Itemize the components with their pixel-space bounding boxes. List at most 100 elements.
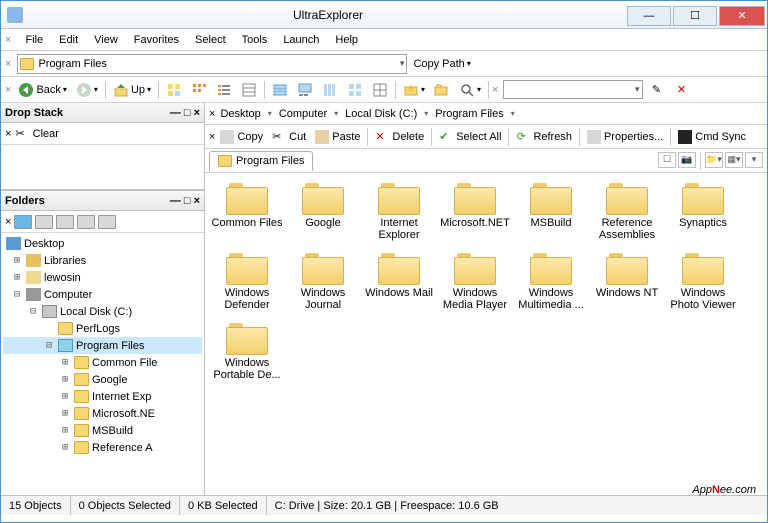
crumb-desktop[interactable]: Desktop xyxy=(217,107,263,121)
view-thumbstrip[interactable] xyxy=(293,80,317,100)
view-small-icons[interactable] xyxy=(187,80,211,100)
up-button[interactable]: Up▾ xyxy=(109,80,155,100)
clear-button[interactable]: Clear xyxy=(29,126,63,142)
folder-tree[interactable]: Desktop ⊞Libraries ⊞lewosin ⊟Computer ⊟L… xyxy=(1,233,204,495)
dropstack-body[interactable] xyxy=(1,145,204,189)
file-item[interactable]: Windows Portable De... xyxy=(210,321,284,391)
file-item[interactable]: Windows Media Player xyxy=(438,251,512,321)
copy-path-button[interactable]: Copy Path▾ xyxy=(409,56,474,72)
menu-file[interactable]: File xyxy=(17,32,51,48)
drive-icon[interactable] xyxy=(35,215,53,229)
view-grid[interactable] xyxy=(368,80,392,100)
file-item[interactable]: Microsoft.NET xyxy=(438,181,512,251)
view-tiles[interactable] xyxy=(268,80,292,100)
file-item[interactable]: Reference Assemblies xyxy=(590,181,664,251)
file-item[interactable]: Windows Photo Viewer xyxy=(666,251,740,321)
view-large-icons[interactable] xyxy=(162,80,186,100)
view-columns[interactable] xyxy=(318,80,342,100)
menu-favorites[interactable]: Favorites xyxy=(126,32,187,48)
menubar-close-icon[interactable]: × xyxy=(5,34,11,46)
drive-icon[interactable] xyxy=(56,215,74,229)
menu-help[interactable]: Help xyxy=(327,32,366,48)
cut-button[interactable]: ✂Cut xyxy=(268,129,310,145)
view-thumbs[interactable] xyxy=(343,80,367,100)
crumb-folder[interactable]: Program Files xyxy=(432,107,506,121)
file-item[interactable]: Windows Journal xyxy=(286,251,360,321)
properties-button[interactable]: Properties... xyxy=(583,129,667,145)
tree-child[interactable]: ⊞Common File xyxy=(3,354,202,371)
search-dropdown-icon[interactable]: ▾ xyxy=(632,84,643,95)
search-input[interactable]: ▾ xyxy=(503,80,643,99)
minimize-button[interactable]: — xyxy=(627,6,671,26)
tree-child[interactable]: ⊞Internet Exp xyxy=(3,388,202,405)
file-item[interactable]: Windows Mail xyxy=(362,251,436,321)
tree-child[interactable]: ⊞Microsoft.NE xyxy=(3,405,202,422)
tree-child[interactable]: ⊞MSBuild xyxy=(3,422,202,439)
file-item[interactable]: Google xyxy=(286,181,360,251)
drivebar-close-icon[interactable]: × xyxy=(5,216,11,228)
file-item[interactable]: Windows Multimedia ... xyxy=(514,251,588,321)
tree-user[interactable]: ⊞lewosin xyxy=(3,269,202,286)
dropstack-close-icon[interactable]: × xyxy=(194,107,200,119)
tree-libraries[interactable]: ⊞Libraries xyxy=(3,252,202,269)
file-item[interactable]: MSBuild xyxy=(514,181,588,251)
delete-button[interactable]: ✕Delete xyxy=(371,129,428,145)
menu-select[interactable]: Select xyxy=(187,32,234,48)
file-item[interactable]: Windows Defender xyxy=(210,251,284,321)
menu-edit[interactable]: Edit xyxy=(51,32,86,48)
searchbar-close-icon[interactable]: × xyxy=(492,84,498,96)
dropstack-max-icon[interactable]: □ xyxy=(184,107,191,119)
folders-close-icon[interactable]: × xyxy=(194,195,200,207)
crumbbar-close-icon[interactable]: × xyxy=(209,108,215,120)
file-listing[interactable]: Common FilesGoogleInternet ExplorerMicro… xyxy=(205,173,767,495)
menu-view[interactable]: View xyxy=(86,32,126,48)
addrbar-close-icon[interactable]: × xyxy=(5,58,11,70)
back-button[interactable]: Back▾ xyxy=(14,80,70,100)
paste-button[interactable]: Paste xyxy=(311,129,364,145)
file-item[interactable]: Common Files xyxy=(210,181,284,251)
file-item[interactable]: Windows NT xyxy=(590,251,664,321)
tabtool-icon[interactable]: 📷 xyxy=(678,152,696,168)
copy-button[interactable]: Copy xyxy=(216,129,267,145)
tree-child[interactable]: ⊞Reference A xyxy=(3,439,202,456)
folders-max-icon[interactable]: □ xyxy=(184,195,191,207)
crumb-drive[interactable]: Local Disk (C:) xyxy=(342,107,420,121)
menu-launch[interactable]: Launch xyxy=(275,32,327,48)
navbar-close-icon[interactable]: × xyxy=(5,84,11,96)
tabtool-icon[interactable]: 📁▾ xyxy=(705,152,723,168)
folders-min-icon[interactable]: — xyxy=(170,195,181,207)
search-go-button[interactable]: ✎ xyxy=(644,80,668,100)
open-folder-button[interactable] xyxy=(430,80,454,100)
drive-icon[interactable] xyxy=(98,215,116,229)
tree-drive-c[interactable]: ⊟Local Disk (C:) xyxy=(3,303,202,320)
crumb-computer[interactable]: Computer xyxy=(276,107,330,121)
search-button[interactable]: ▾ xyxy=(455,80,485,100)
file-item[interactable]: Synaptics xyxy=(666,181,740,251)
view-details[interactable] xyxy=(237,80,261,100)
tree-child[interactable]: ⊞Google xyxy=(3,371,202,388)
menu-tools[interactable]: Tools xyxy=(234,32,276,48)
maximize-button[interactable]: ☐ xyxy=(673,6,717,26)
tabtool-icon[interactable]: ☐ xyxy=(658,152,676,168)
tree-computer[interactable]: ⊟Computer xyxy=(3,286,202,303)
file-item[interactable]: Internet Explorer xyxy=(362,181,436,251)
dropstack-min-icon[interactable]: — xyxy=(170,107,181,119)
drive-c-icon[interactable] xyxy=(14,215,32,229)
tab-program-files[interactable]: Program Files xyxy=(209,151,313,171)
path-input[interactable]: Program Files ▾ xyxy=(17,54,407,74)
tabtool-icon[interactable]: ▾ xyxy=(745,152,763,168)
tabtool-icon[interactable]: ▦▾ xyxy=(725,152,743,168)
select-all-button[interactable]: ✔Select All xyxy=(435,129,505,145)
forward-button[interactable]: ▾ xyxy=(72,80,102,100)
tree-desktop[interactable]: Desktop xyxy=(3,235,202,252)
tree-perflogs[interactable]: PerfLogs xyxy=(3,320,202,337)
view-list[interactable] xyxy=(212,80,236,100)
actionbar-close-icon[interactable]: × xyxy=(209,131,215,143)
dropstack-bar-close-icon[interactable]: × xyxy=(5,128,11,140)
favorites-button[interactable]: ▾ xyxy=(399,80,429,100)
close-button[interactable]: ✕ xyxy=(719,6,765,26)
search-clear-button[interactable]: ✕ xyxy=(669,80,693,100)
refresh-button[interactable]: ⟳Refresh xyxy=(512,129,576,145)
cmd-sync-button[interactable]: Cmd Sync xyxy=(674,129,750,145)
tree-program-files[interactable]: ⊟Program Files xyxy=(3,337,202,354)
